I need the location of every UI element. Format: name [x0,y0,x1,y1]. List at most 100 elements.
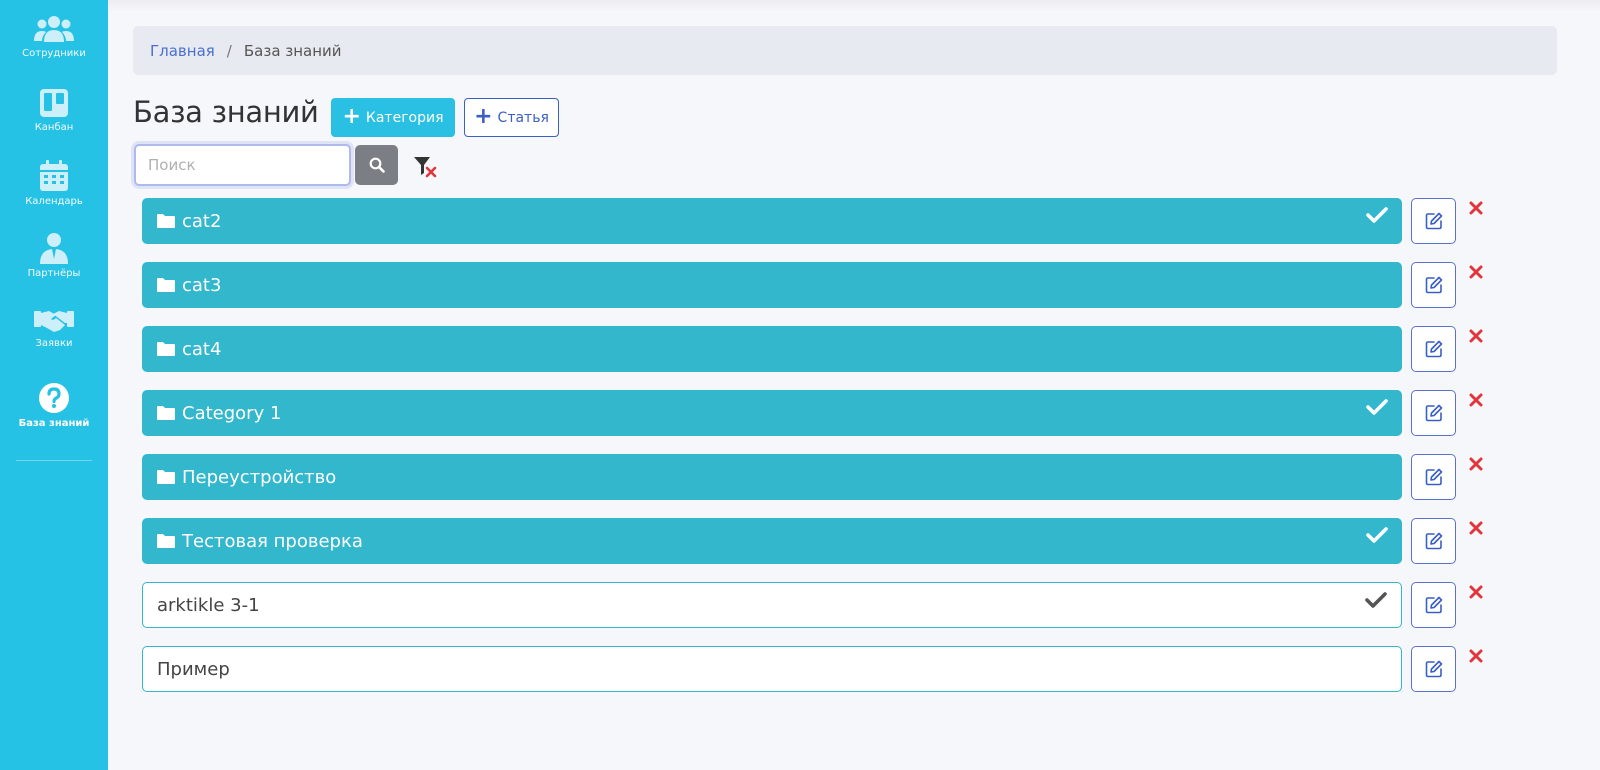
delete-button[interactable] [1468,200,1484,216]
users-icon [34,16,74,42]
sidebar-item-kanban[interactable]: Канбан [0,88,108,133]
row-label: Тестовая проверка [182,530,363,552]
search-input[interactable] [134,144,351,186]
check-icon [1366,527,1388,543]
close-icon [1469,521,1483,535]
row-content: Тестовая проверка [156,518,363,564]
article-row[interactable]: arktikle 3-1 [142,582,1402,628]
page-title: База знаний [133,95,319,129]
sidebar-divider [16,460,92,461]
plus-icon: + [474,103,493,129]
row-content: cat3 [156,262,221,308]
edit-button[interactable] [1411,454,1456,500]
question-circle-icon [39,383,69,413]
add-article-label: Статья [497,109,549,126]
edit-icon [1425,532,1442,550]
breadcrumb-current: База знаний [243,41,342,60]
category-row[interactable]: cat3 [142,262,1402,308]
row-label: Category 1 [182,402,282,424]
row-label: cat3 [182,274,222,296]
partner-icon [40,233,68,264]
row-label: cat2 [182,210,222,232]
add-category-button[interactable]: + Категория [331,98,455,137]
kanban-icon [40,89,68,117]
sidebar-item-calendar[interactable]: Календарь [0,160,108,207]
edit-button[interactable] [1411,646,1456,692]
search-button[interactable] [355,145,398,185]
row-content: arktikle 3-1 [157,583,260,627]
breadcrumb-home-link[interactable]: Главная [150,42,215,60]
edit-button[interactable] [1411,582,1456,628]
article-row[interactable]: Пример [142,646,1402,692]
edit-button[interactable] [1411,390,1456,436]
check-icon [1366,399,1388,415]
folder-icon [157,214,175,228]
sidebar-item-employees[interactable]: Сотрудники [0,14,108,59]
edit-icon [1425,340,1442,358]
search-icon [369,157,385,173]
edit-icon [1425,468,1442,486]
edit-button[interactable] [1411,518,1456,564]
row-content: cat2 [156,198,221,244]
sidebar-item-requests[interactable]: Заявки [0,308,108,349]
sidebar-item-label: Сотрудники [22,48,86,59]
sidebar: Сотрудники Канбан Календарь Партнёры Зая… [0,0,108,770]
folder-icon [157,278,175,292]
edit-icon [1425,212,1442,230]
category-row[interactable]: Тестовая проверка [142,518,1402,564]
row-label: cat4 [182,338,222,360]
handshake-icon [34,311,74,332]
sidebar-item-label: Канбан [34,122,74,133]
edit-button[interactable] [1411,262,1456,308]
row-content: Пример [157,647,230,691]
close-icon [1469,585,1483,599]
edit-icon [1425,596,1442,614]
row-label: Переустройство [182,466,337,488]
delete-button[interactable] [1468,648,1484,664]
delete-button[interactable] [1468,328,1484,344]
close-icon [1469,265,1483,279]
close-icon [1469,393,1483,407]
close-icon [1469,329,1483,343]
row-label: Пример [157,658,230,680]
add-category-label: Категория [365,109,444,126]
edit-icon [1425,404,1442,422]
folder-icon [157,342,175,356]
breadcrumb: Главная / База знаний [133,26,1557,75]
row-content: Category 1 [156,390,281,436]
category-row[interactable]: cat4 [142,326,1402,372]
category-row[interactable]: cat2 [142,198,1402,244]
edit-icon [1425,660,1442,678]
top-bar [108,0,1600,12]
delete-button[interactable] [1468,520,1484,536]
plus-icon: + [342,103,361,129]
row-content: Переустройство [156,454,336,500]
row-content: cat4 [156,326,221,372]
delete-button[interactable] [1468,392,1484,408]
clear-filter-button[interactable] [413,155,439,179]
edit-button[interactable] [1411,326,1456,372]
edit-button[interactable] [1411,198,1456,244]
check-icon [1366,207,1388,223]
folder-icon [157,470,175,484]
row-label: arktikle 3-1 [157,594,260,616]
edit-icon [1425,276,1442,294]
category-row[interactable]: Переустройство [142,454,1402,500]
close-icon [1469,201,1483,215]
sidebar-item-label: База знаний [18,418,90,429]
sidebar-item-knowledge-base[interactable]: База знаний [0,382,108,429]
folder-icon [157,534,175,548]
delete-button[interactable] [1468,264,1484,280]
check-icon [1365,592,1387,608]
delete-button[interactable] [1468,456,1484,472]
breadcrumb-separator: / [226,41,232,60]
sidebar-item-label: Заявки [35,338,73,349]
delete-button[interactable] [1468,584,1484,600]
calendar-icon [40,160,68,191]
close-icon [1469,457,1483,471]
add-article-button[interactable]: + Статья [464,98,559,137]
category-row[interactable]: Category 1 [142,390,1402,436]
close-icon [1469,649,1483,663]
folder-icon [157,406,175,420]
sidebar-item-partners[interactable]: Партнёры [0,232,108,279]
